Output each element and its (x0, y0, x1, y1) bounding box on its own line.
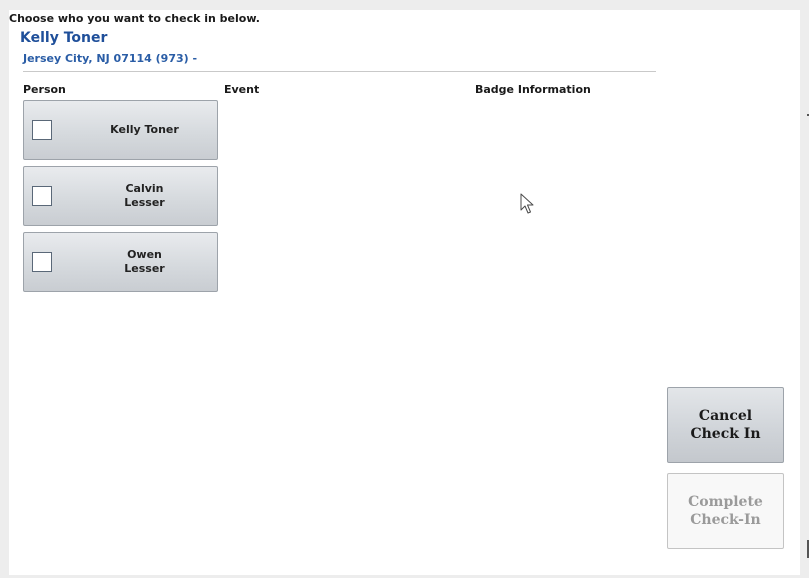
person-name: Kelly Toner (110, 123, 179, 136)
person-checkbox[interactable] (32, 252, 52, 272)
person-checkbox[interactable] (32, 186, 52, 206)
person-checkbox[interactable] (32, 120, 52, 140)
cancel-check-in-button[interactable]: Cancel Check In (667, 387, 784, 463)
check-in-panel: Choose who you want to check in below. K… (9, 10, 800, 575)
person-name: Owen Lesser (124, 248, 165, 275)
family-address: Jersey City, NJ 07114 (973) - (23, 52, 198, 65)
family-name: Kelly Toner (20, 30, 108, 46)
person-name: Calvin Lesser (124, 182, 165, 209)
header-divider (23, 71, 656, 72)
column-header-person: Person (23, 83, 66, 96)
person-button-calvin-lesser[interactable]: Calvin Lesser (23, 166, 218, 226)
person-button-owen-lesser[interactable]: Owen Lesser (23, 232, 218, 292)
complete-check-in-button[interactable]: Complete Check-In (667, 473, 784, 549)
instructions-text: Choose who you want to check in below. (9, 12, 260, 25)
column-header-badge-information: Badge Information (475, 83, 591, 96)
mouse-pointer-icon (520, 193, 534, 214)
person-button-kelly-toner[interactable]: Kelly Toner (23, 100, 218, 160)
column-header-event: Event (224, 83, 260, 96)
